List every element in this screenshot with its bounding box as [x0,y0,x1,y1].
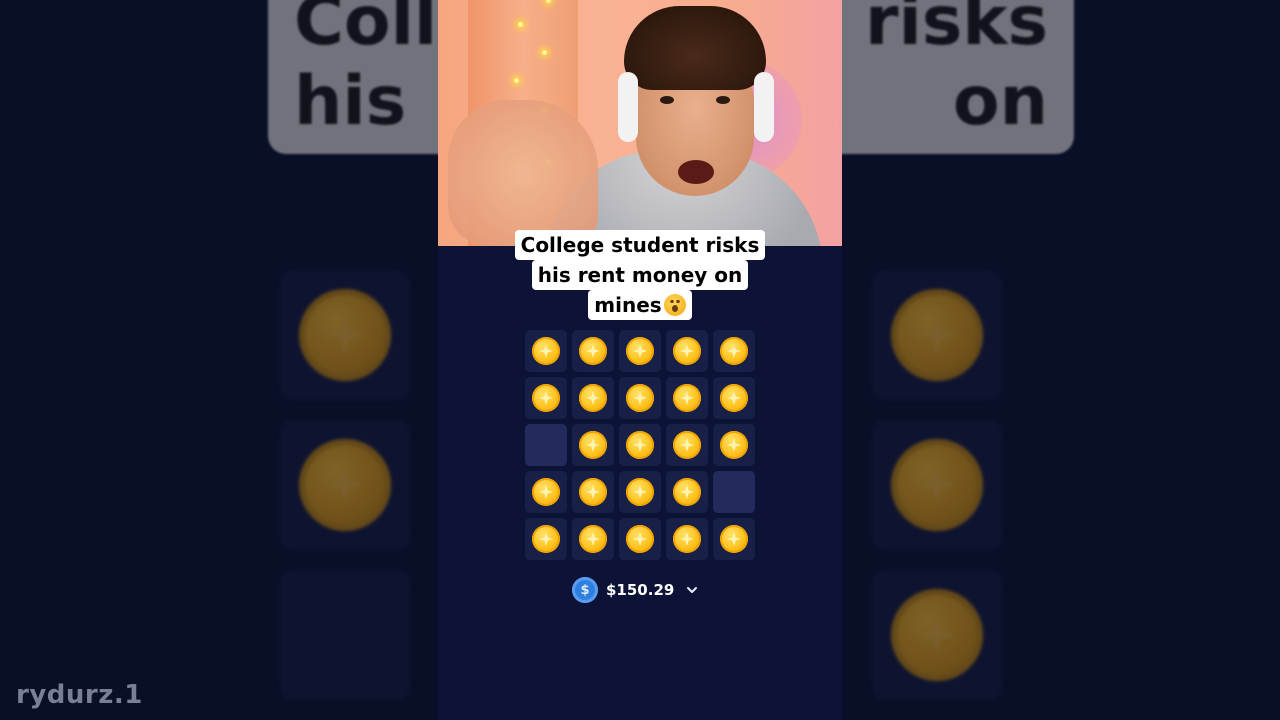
streamer-mouth [678,160,714,184]
video-caption: College student risks his rent money on … [438,230,842,320]
mine-tile-unrevealed[interactable] [713,471,755,513]
mine-tile-gem[interactable] [572,330,614,372]
string-light [542,50,547,55]
mine-tile-gem[interactable] [666,330,708,372]
coin-icon [891,589,983,681]
mine-tile-gem[interactable] [713,377,755,419]
coin-icon [299,439,391,531]
headphone-icon [754,72,774,142]
mine-tile-gem[interactable] [525,377,567,419]
coin-icon [891,289,983,381]
mine-tile-gem[interactable] [525,518,567,560]
mine-tile-gem[interactable] [572,518,614,560]
mine-tile-gem[interactable] [666,424,708,466]
mine-tile-gem[interactable] [525,330,567,372]
streamer-hand [448,100,598,246]
coin-icon [299,289,391,381]
streamer-eye [660,96,674,104]
background-caption-left: Colle his [268,0,438,154]
string-light [514,78,519,83]
coin-icon [579,384,607,412]
coin-icon [532,525,560,553]
mines-board [525,330,757,560]
mine-tile-unrevealed[interactable] [525,424,567,466]
mine-tile-gem[interactable] [666,377,708,419]
mine-tile-gem[interactable] [619,330,661,372]
coin-icon [626,337,654,365]
background-caption-line: risks [864,0,1048,61]
mine-tile-gem[interactable] [619,424,661,466]
coin-icon [532,337,560,365]
coin-icon [673,384,701,412]
background-tile [872,270,1002,400]
background-caption-line: Colle [294,0,438,61]
coin-icon [532,478,560,506]
mine-tile-gem[interactable] [572,471,614,513]
caption-line-with-emoji: mines [588,290,692,320]
mine-tile-gem[interactable] [713,424,755,466]
string-light [518,22,523,27]
coin-icon [720,384,748,412]
mine-tile-gem[interactable] [666,518,708,560]
streamer-eye [716,96,730,104]
webcam-feed [438,0,842,246]
video-panel: College student risks his rent money on … [438,0,842,720]
background-tile [872,420,1002,550]
coin-icon [720,431,748,459]
mine-tile-gem[interactable] [666,471,708,513]
mine-tile-gem[interactable] [572,424,614,466]
streamer-hair [624,6,766,90]
mine-tile-gem[interactable] [713,518,755,560]
background-tile [872,570,1002,700]
coin-icon [626,478,654,506]
chevron-down-icon[interactable] [682,580,702,600]
coin-icon [673,525,701,553]
background-left: Colle his [0,0,438,720]
mine-tile-gem[interactable] [619,518,661,560]
dollar-coin-icon: $ [572,577,598,603]
coin-icon [579,525,607,553]
coin-icon [673,478,701,506]
balance-amount: $150.29 [606,581,675,599]
mine-tile-gem[interactable] [572,377,614,419]
coin-icon [626,384,654,412]
coin-icon [579,337,607,365]
caption-line: his rent money on [531,260,749,290]
background-caption-right: risks on [842,0,1074,154]
background-tile [280,420,410,550]
background-caption-line: his [294,62,407,141]
background-tile [280,270,410,400]
background-right: risks on [842,0,1280,720]
caption-line: College student risks [514,230,766,260]
wallet-balance-selector[interactable]: $ $150.29 [572,576,702,604]
channel-watermark: rydurz.1 [16,680,143,710]
coin-icon [720,525,748,553]
mine-tile-gem[interactable] [713,330,755,372]
mine-tile-gem[interactable] [619,377,661,419]
coin-icon [891,439,983,531]
coin-icon [673,337,701,365]
coin-icon [532,384,560,412]
surprised-face-emoji-icon [663,294,686,316]
headphone-icon [618,72,638,142]
mine-tile-gem[interactable] [619,471,661,513]
coin-icon [579,478,607,506]
mine-tile-gem[interactable] [525,471,567,513]
background-tile [280,570,410,700]
background-caption-line: on [952,62,1048,141]
coin-icon [626,525,654,553]
caption-line-text: mines [594,293,662,317]
coin-icon [673,431,701,459]
coin-icon [626,431,654,459]
coin-icon [579,431,607,459]
coin-icon [720,337,748,365]
